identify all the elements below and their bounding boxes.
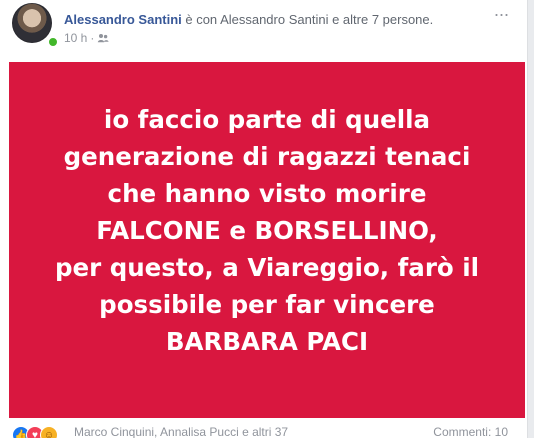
- author-name-link[interactable]: Alessandro Santini: [64, 12, 182, 27]
- reaction-names-link[interactable]: Marco Cinquini, Annalisa Pucci e altri 3…: [74, 425, 288, 438]
- post-text-line: FALCONE e BORSELLINO,: [96, 215, 438, 245]
- tagged-name-link[interactable]: Alessandro Santini: [220, 12, 328, 27]
- friends-icon[interactable]: [97, 33, 109, 43]
- post-text-line: per questo, a Viareggio, farò il: [54, 252, 480, 282]
- post-time-link[interactable]: 10 h: [64, 31, 87, 45]
- comments-count-link[interactable]: Commenti: 10: [433, 425, 508, 438]
- post-meta: 10 h ·: [64, 31, 109, 45]
- reaction-icons[interactable]: 👍 ♥ ☺: [12, 426, 70, 438]
- haha-icon[interactable]: ☺: [40, 426, 58, 438]
- post-text-card: io faccio parte di quella generazione di…: [9, 62, 525, 418]
- post-text-line: generazione di ragazzi tenaci: [63, 141, 471, 171]
- post-text-line: BARBARA PACI: [165, 326, 369, 356]
- post-footer: 👍 ♥ ☺ Marco Cinquini, Annalisa Pucci e a…: [0, 421, 527, 438]
- online-status-icon: [47, 36, 59, 48]
- tagged-count-text[interactable]: e altre 7 persone.: [328, 12, 433, 27]
- author-line: Alessandro Santini è con Alessandro Sant…: [64, 12, 433, 28]
- more-options-button[interactable]: ···: [490, 5, 512, 24]
- post-header: Alessandro Santini è con Alessandro Sant…: [0, 0, 527, 58]
- facebook-post: Alessandro Santini è con Alessandro Sant…: [0, 0, 528, 438]
- profile-avatar[interactable]: [12, 3, 52, 43]
- post-text-line: possibile per far vincere: [99, 289, 435, 319]
- with-text: è con: [181, 12, 221, 27]
- post-text-line: che hanno visto morire: [107, 178, 427, 208]
- meta-separator: ·: [90, 31, 95, 45]
- post-text-line: io faccio parte di quella: [103, 104, 431, 134]
- post-text: io faccio parte di quella generazione di…: [17, 101, 517, 360]
